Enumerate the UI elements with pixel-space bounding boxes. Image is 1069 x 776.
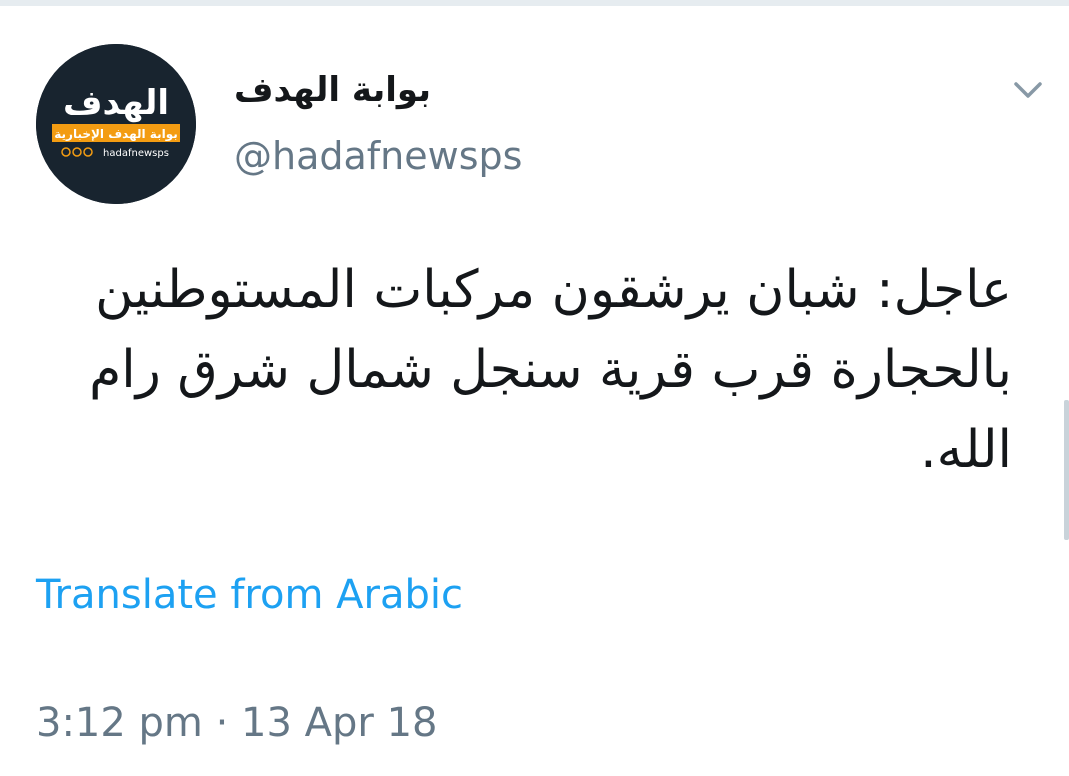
logo-title: الهدف — [63, 83, 169, 123]
tweet-menu-button[interactable] — [1006, 72, 1050, 108]
top-divider — [0, 0, 1069, 6]
scrollbar[interactable] — [1064, 400, 1069, 540]
user-handle[interactable]: @hadafnewsps — [234, 134, 522, 178]
logo-subtitle: بوابة الهدف الإخبارية — [54, 127, 178, 142]
logo-social: hadafnewsps — [103, 148, 169, 159]
avatar[interactable]: الهدف بوابة الهدف الإخبارية hadafnewsps — [36, 44, 196, 204]
tweet-text: عاجل: شبان يرشقون مركبات المستوطنين بالح… — [89, 260, 1012, 480]
tweet-timestamp[interactable]: 3:12 pm · 13 Apr 18 — [36, 700, 437, 746]
hadaf-logo: الهدف بوابة الهدف الإخبارية hadafnewsps — [36, 44, 196, 204]
chevron-down-icon — [1014, 82, 1042, 98]
display-name[interactable]: بوابة الهدف — [234, 70, 431, 110]
translate-link[interactable]: Translate from Arabic — [36, 572, 463, 618]
